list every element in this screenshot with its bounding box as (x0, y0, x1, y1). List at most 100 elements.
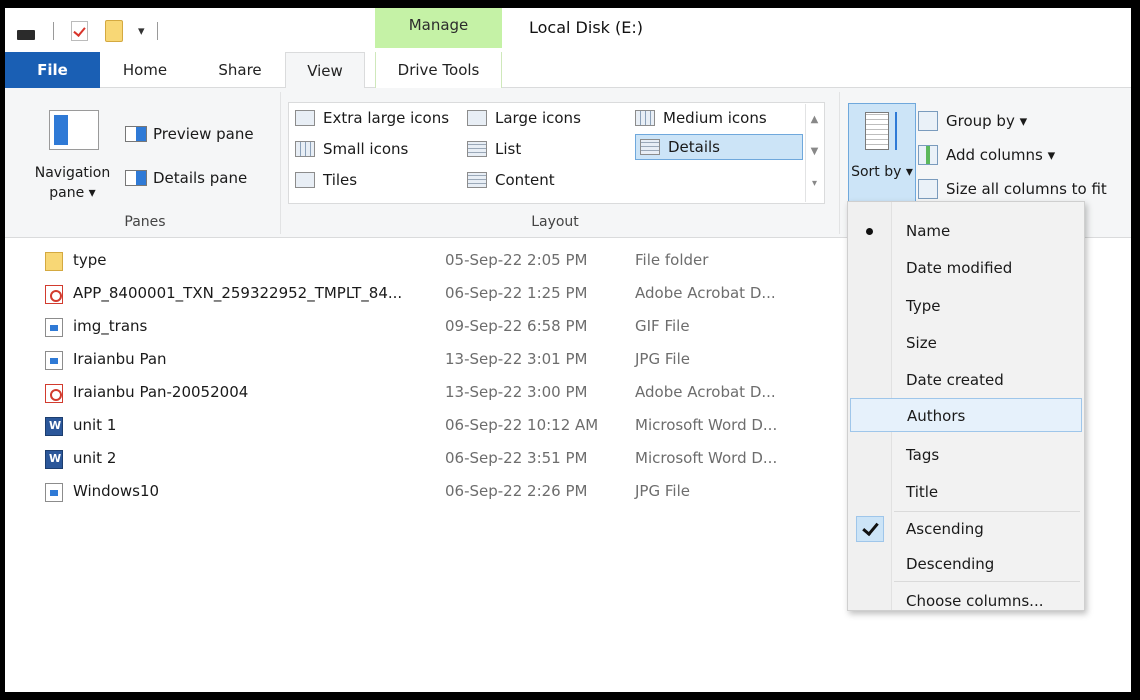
pdf-icon (45, 384, 63, 403)
file-row[interactable]: Iraianbu Pan-20052004 13-Sep-22 3:00 PM Ad… (5, 377, 845, 409)
add-columns-icon (918, 145, 938, 165)
layout-medium-icons[interactable]: Medium icons (635, 105, 767, 131)
tab-file[interactable]: File (5, 52, 100, 88)
properties-icon[interactable] (71, 21, 88, 41)
navigation-pane-icon[interactable] (49, 110, 99, 150)
sort-option-title[interactable]: Title (848, 475, 1084, 509)
new-folder-icon[interactable] (105, 20, 123, 42)
file-row[interactable]: unit 1 06-Sep-22 10:12 AM Microsoft Word D… (5, 410, 845, 442)
size-all-columns-label: Size all columns to fit (946, 180, 1107, 198)
layout-large-icons[interactable]: Large icons (467, 105, 581, 131)
ribbon-tabs: File Home Share View Drive Tools (5, 52, 1131, 89)
layout-small-icons[interactable]: Small icons (295, 136, 408, 162)
size-all-columns-button[interactable]: Size all columns to fit (918, 176, 1107, 202)
file-name: Iraianbu Pan-20052004 (73, 383, 249, 401)
sort-by-button[interactable]: Sort by ▾ (848, 103, 916, 213)
customize-toolbar-dropdown-icon[interactable]: ▾ (138, 24, 145, 39)
pdf-icon (45, 285, 63, 304)
choose-columns-item[interactable]: Choose columns... (848, 584, 1084, 618)
file-type: Microsoft Word D... (635, 449, 778, 467)
file-date-modified: 06-Sep-22 1:25 PM (445, 284, 588, 302)
extra-large-icons-icon (295, 110, 315, 126)
group-by-icon (918, 111, 938, 131)
large-icons-icon (467, 110, 487, 126)
file-type: Microsoft Word D... (635, 416, 778, 434)
more-layouts-icon[interactable]: ▾ (806, 168, 823, 200)
sort-option-name[interactable]: Name (848, 214, 1084, 248)
sort-option-date-created[interactable]: Date created (848, 363, 1084, 397)
file-row[interactable]: img_trans 09-Sep-22 6:58 PM GIF File (5, 311, 845, 343)
add-columns-button[interactable]: Add columns ▾ (918, 142, 1055, 168)
layout-label: Details (668, 138, 721, 156)
divider (157, 22, 158, 40)
sort-option-type[interactable]: Type (848, 289, 1084, 323)
file-type: GIF File (635, 317, 690, 335)
tiles-icon (295, 172, 315, 188)
content-icon (467, 172, 487, 188)
word-icon (45, 417, 63, 436)
list-icon (467, 141, 487, 157)
tab-drive-tools[interactable]: Drive Tools (375, 52, 502, 88)
details-pane-button[interactable]: Details pane (125, 166, 247, 190)
preview-pane-icon (125, 126, 147, 142)
sort-order-ascending[interactable]: Ascending (848, 512, 1084, 546)
sort-option-date-modified[interactable]: Date modified (848, 251, 1084, 285)
menu-item-label: Authors (907, 407, 966, 425)
add-columns-label: Add columns ▾ (946, 146, 1056, 164)
sort-option-tags[interactable]: Tags (848, 438, 1084, 472)
word-icon (45, 450, 63, 469)
menu-item-label: Title (906, 483, 939, 501)
tab-share[interactable]: Share (205, 52, 275, 88)
sort-icon (865, 112, 889, 150)
file-row[interactable]: type 05-Sep-22 2:05 PM File folder (5, 245, 845, 277)
group-label-panes: Panes (124, 214, 166, 230)
divider (53, 22, 54, 40)
drive-icon (17, 30, 35, 40)
file-date-modified: 09-Sep-22 6:58 PM (445, 317, 588, 335)
file-type: JPG File (635, 482, 690, 500)
layout-extra-large-icons[interactable]: Extra large icons (295, 105, 449, 131)
file-row[interactable]: unit 2 06-Sep-22 3:51 PM Microsoft Word D.… (5, 443, 845, 475)
layout-label: Large icons (495, 109, 581, 127)
medium-icons-icon (635, 110, 655, 126)
small-icons-icon (295, 141, 315, 157)
window-title: Local Disk (E:) (529, 18, 643, 37)
preview-pane-button[interactable]: Preview pane (125, 122, 254, 146)
layout-tiles[interactable]: Tiles (295, 167, 357, 193)
file-row[interactable]: Iraianbu Pan 13-Sep-22 3:01 PM JPG File (5, 344, 845, 376)
layout-gallery-scroll[interactable]: ▲ ▼ ▾ (805, 104, 823, 202)
menu-item-label: Tags (906, 446, 940, 464)
sort-option-size[interactable]: Size (848, 326, 1084, 360)
file-row[interactable]: APP_8400001_TXN_259322952_TMPLT_84... 06-… (5, 278, 845, 310)
layout-label: Tiles (323, 171, 358, 189)
layout-list[interactable]: List (467, 136, 521, 162)
folder-icon (45, 252, 63, 271)
file-type: JPG File (635, 350, 690, 368)
layout-label: Medium icons (663, 109, 767, 127)
sort-by-label: Sort by ▾ (851, 164, 913, 180)
scroll-down-icon[interactable]: ▼ (806, 136, 823, 168)
details-pane-icon (125, 170, 147, 186)
tab-manage[interactable]: Manage (375, 8, 502, 48)
layout-label: Content (495, 171, 555, 189)
group-by-label: Group by ▾ (946, 112, 1028, 130)
layout-details[interactable]: Details (635, 134, 803, 160)
file-date-modified: 06-Sep-22 10:12 AM (445, 416, 599, 434)
layout-content[interactable]: Content (467, 167, 555, 193)
divider (280, 92, 281, 234)
tab-view[interactable]: View (285, 52, 365, 89)
sort-option-authors[interactable]: Authors (850, 398, 1082, 432)
tab-home[interactable]: Home (115, 52, 175, 88)
preview-pane-label: Preview pane (153, 125, 254, 143)
file-date-modified: 06-Sep-22 2:26 PM (445, 482, 588, 500)
navigation-pane-button[interactable]: Navigation pane ▾ (25, 163, 120, 203)
sort-order-descending[interactable]: Descending (848, 547, 1084, 581)
scroll-up-icon[interactable]: ▲ (806, 104, 823, 136)
file-name: type (73, 251, 107, 269)
file-row[interactable]: Windows10 06-Sep-22 2:26 PM JPG File (5, 476, 845, 508)
divider (839, 92, 840, 234)
file-type: File folder (635, 251, 709, 269)
menu-item-label: Size (906, 334, 937, 352)
group-by-button[interactable]: Group by ▾ (918, 108, 1027, 134)
menu-item-label: Name (906, 222, 951, 240)
